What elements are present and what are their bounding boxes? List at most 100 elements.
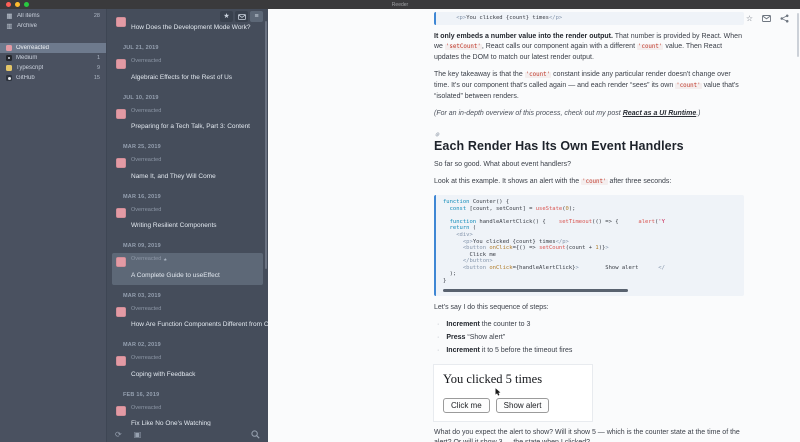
code-token: 'Y <box>658 218 665 225</box>
article-list-scrollbar[interactable] <box>264 21 267 269</box>
code-line: ); <box>443 271 737 278</box>
article-item-text: Overreacted Fix Like No One's Watching <box>131 405 260 427</box>
email-article-button[interactable] <box>762 15 771 22</box>
article-list-item[interactable]: Overreacted Fix Like No One's Watching <box>112 402 263 427</box>
overreacted-favicon <box>116 306 126 317</box>
app-window: Reeder ▦ All items 28 ▥ Archive Overreacted M… <box>0 0 800 442</box>
article-list-item[interactable]: Overreacted Coping with Feedback <box>112 352 263 384</box>
code-token: <div> <box>456 231 473 238</box>
article-list-item[interactable]: Overreacted ★ A Complete Guide to useEffec… <box>112 253 263 285</box>
list-filter-toolbar: ★ ≡ <box>220 11 263 22</box>
sidebar-label: All items <box>17 13 40 19</box>
article-list-item[interactable]: Overreacted Name It, and They Will Come <box>112 154 263 186</box>
article-list-item[interactable]: Overreacted Preparing for a Tech Talk, Pa… <box>112 105 263 137</box>
reader-scrollbar[interactable] <box>797 13 799 57</box>
article-title: Algebraic Effects for the Rest of Us <box>131 73 233 81</box>
step-item: · Increment the counter to 3 <box>437 320 744 330</box>
overreacted-favicon <box>116 17 126 27</box>
article-title: Preparing for a Tech Talk, Part 3: Conte… <box>131 123 250 130</box>
code-token: const <box>449 205 467 212</box>
share-article-button[interactable] <box>780 14 789 23</box>
unread-count-badge: 1 <box>96 55 100 61</box>
article-title: How Does the Development Mode Work? <box>131 24 251 31</box>
text-segment: it to 5 before the timeout fires <box>479 347 573 355</box>
inline-code: count <box>524 72 552 79</box>
article-item-text: Overreacted Preparing for a Tech Talk, Pa… <box>131 108 260 134</box>
code-token: onClick <box>489 264 513 271</box>
sidebar-item-all-items[interactable]: ▦ All items 28 <box>0 11 106 21</box>
archive-button[interactable]: ▣ <box>134 430 142 439</box>
code-line: Click me <box>443 252 737 259</box>
code-token: </button> <box>462 258 493 265</box>
code-token: (count + <box>565 245 596 252</box>
anchor-link-icon[interactable] <box>434 131 744 138</box>
code-block: function Counter() { const [count, setCo… <box>434 194 744 296</box>
overreacted-favicon <box>6 45 12 51</box>
article-title: How Are Function Components Different fr… <box>131 321 268 328</box>
text-segment: .) <box>696 110 701 118</box>
star-filter-button[interactable]: ★ <box>220 11 233 22</box>
article-list-item[interactable]: Overreacted Writing Resilient Components <box>112 204 263 236</box>
reader-toolbar: ☆ <box>746 14 789 23</box>
code-line: <button onClick={handleAlertClick}> Show… <box>443 265 737 272</box>
article-title: Writing Resilient Components <box>131 222 217 229</box>
embedded-demo-image: You clicked 5 times Click me Show alert <box>434 364 592 421</box>
unread-filter-button[interactable] <box>235 11 248 22</box>
code-line: const [count, setCount] = useState(0); <box>443 206 737 213</box>
code-token: alert <box>638 218 655 225</box>
article-item-text: Overreacted ★ A Complete Guide to useEffec… <box>131 256 260 282</box>
sidebar-item-archive[interactable]: ▥ Archive <box>0 21 106 31</box>
sidebar-label: Archive <box>17 23 38 29</box>
text-segment: (For an in-depth overview of this proces… <box>434 110 623 118</box>
sidebar-feed-typescript[interactable]: Typescript 9 <box>0 63 106 73</box>
star-article-button[interactable]: ☆ <box>746 14 753 23</box>
code-token: } <box>443 278 447 285</box>
code-token: [count, setCount] = <box>466 205 536 212</box>
code-token: </ <box>658 264 665 271</box>
source-label: Overreacted <box>131 206 162 213</box>
sidebar-feed-medium[interactable]: Medium 1 <box>0 53 106 63</box>
code-token: > <box>605 245 609 252</box>
code-token: </p> <box>555 238 569 245</box>
bullet-marker: · <box>437 321 440 329</box>
article-list-item[interactable]: Overreacted Algebraic Effects for the Res… <box>112 55 263 87</box>
article-source: Overreacted <box>131 157 260 165</box>
list-view-button[interactable]: ≡ <box>250 11 263 22</box>
code-line: <p>You clicked {count} times</p> <box>443 15 737 22</box>
code-token: (() => { <box>592 218 639 225</box>
sidebar-feed-github[interactable]: GitHub 15 <box>0 73 106 83</box>
article-source: Overreacted <box>131 355 260 363</box>
inline-link[interactable]: React as a UI Runtime <box>623 110 697 117</box>
subscriptions-list: Overreacted Medium 1 Typescript 9 GitHub 15 <box>0 43 106 83</box>
code-token: setCount <box>539 245 566 252</box>
code-token: Click me <box>443 251 496 258</box>
overreacted-favicon <box>116 405 126 416</box>
code-block-partial: <p>You clicked {count} times</p> <box>434 12 744 25</box>
code-token: useState <box>535 205 563 212</box>
code-token: </p> <box>548 15 563 21</box>
search-button[interactable] <box>251 429 260 439</box>
code-line: function handleAlertClick() { setTimeout… <box>443 219 737 226</box>
text-segment: It only embeds a number value into the r… <box>434 32 613 40</box>
share-icon <box>780 14 789 23</box>
archive-icon: ▥ <box>6 22 13 30</box>
sidebar-feed-overreacted[interactable]: Overreacted <box>0 43 106 53</box>
code-token: ); <box>443 271 457 278</box>
starred-icon: ★ <box>163 256 168 262</box>
step-text: Increment it to 5 before the timeout fir… <box>446 346 572 356</box>
code-lines: function Counter() { const [count, setCo… <box>443 199 737 285</box>
article-list-item[interactable]: Overreacted How Are Function Components D… <box>112 303 268 335</box>
date-group-header: MAR 16, 2019 <box>123 193 161 200</box>
article-list-pane: ★ ≡ How Does the Development Mode Work? J… <box>106 9 268 442</box>
code-line: </button> <box>443 258 737 265</box>
article-content: <p>You clicked {count} times</p> It only… <box>434 12 744 442</box>
refresh-button[interactable]: ⟳ <box>115 430 122 439</box>
code-horizontal-scrollbar[interactable] <box>443 288 629 292</box>
source-label: Overreacted <box>131 157 162 163</box>
bullet-marker: · <box>437 334 440 342</box>
article-title: A Complete Guide to useEffect <box>131 271 220 279</box>
overreacted-favicon <box>116 158 126 168</box>
